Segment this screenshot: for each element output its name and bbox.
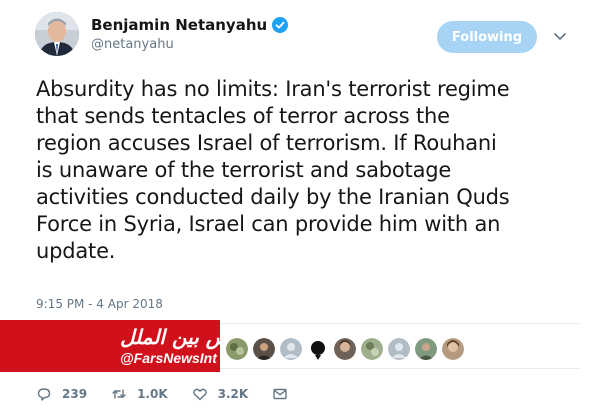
tweet-text: Absurdity has no limits: Iran's terroris… bbox=[36, 76, 581, 265]
liker-avatar[interactable] bbox=[253, 338, 275, 360]
avatar-photo-icon bbox=[35, 12, 79, 56]
default-avatar-icon bbox=[388, 338, 410, 360]
tweet-timestamp[interactable]: 9:15 PM - 4 Apr 2018 bbox=[36, 297, 163, 311]
silhouette-avatar-icon bbox=[307, 338, 329, 360]
reply-icon bbox=[37, 388, 51, 401]
following-button[interactable]: Following bbox=[437, 21, 537, 53]
tweet-line: that sends tentacles of terror across th… bbox=[36, 104, 450, 128]
tweet-action-bar: 239 1.0K 3.2K bbox=[36, 386, 322, 402]
chevron-down-icon[interactable] bbox=[553, 29, 567, 43]
liker-avatar[interactable] bbox=[388, 338, 410, 360]
tweet-line: update. bbox=[36, 239, 116, 263]
like-button[interactable]: 3.2K bbox=[192, 386, 249, 402]
liker-avatar[interactable] bbox=[226, 338, 248, 360]
tweet-line: region accuses Israel of terrorism. If R… bbox=[36, 131, 497, 155]
liker-avatar[interactable] bbox=[280, 338, 302, 360]
liker-avatar[interactable] bbox=[334, 338, 356, 360]
liker-avatar[interactable] bbox=[442, 338, 464, 360]
tweet-line: Force in Syria, Israel can provide him w… bbox=[36, 212, 501, 236]
verified-badge-icon bbox=[272, 17, 289, 33]
profile-photo-icon bbox=[226, 338, 248, 360]
farsnews-watermark: فارس بين الملل @FarsNewsInt bbox=[0, 320, 255, 372]
reply-button[interactable]: 239 bbox=[36, 386, 87, 402]
default-avatar-icon bbox=[280, 338, 302, 360]
tweet-line: is unaware of the terrorist and sabotage bbox=[36, 158, 452, 182]
watermark-latin-text: @FarsNewsInt bbox=[120, 350, 217, 366]
profile-photo-icon bbox=[415, 338, 437, 360]
heart-icon bbox=[192, 388, 207, 401]
retweet-button[interactable]: 1.0K bbox=[111, 386, 168, 402]
tweet-line: activities conducted daily by the Irania… bbox=[36, 185, 510, 209]
author-handle[interactable]: @netanyahu bbox=[91, 37, 174, 52]
liker-avatar[interactable] bbox=[307, 338, 329, 360]
profile-photo-icon bbox=[442, 338, 464, 360]
author-name[interactable]: Benjamin Netanyahu bbox=[91, 16, 267, 34]
profile-photo-icon bbox=[253, 338, 275, 360]
reply-count: 239 bbox=[62, 387, 88, 401]
liker-avatar[interactable] bbox=[361, 338, 383, 360]
tweet-line: Absurdity has no limits: Iran's terroris… bbox=[36, 77, 510, 101]
likers-avatar-row bbox=[226, 338, 469, 360]
retweet-count: 1.0K bbox=[137, 387, 168, 401]
like-count: 3.2K bbox=[217, 387, 249, 401]
direct-message-button[interactable] bbox=[272, 386, 298, 402]
profile-photo-icon bbox=[361, 338, 383, 360]
profile-photo-icon bbox=[334, 338, 356, 360]
envelope-icon bbox=[273, 388, 287, 400]
author-avatar[interactable] bbox=[35, 12, 79, 56]
liker-avatar[interactable] bbox=[415, 338, 437, 360]
retweet-icon bbox=[112, 389, 126, 399]
author-name-row[interactable]: Benjamin Netanyahu bbox=[91, 16, 289, 34]
